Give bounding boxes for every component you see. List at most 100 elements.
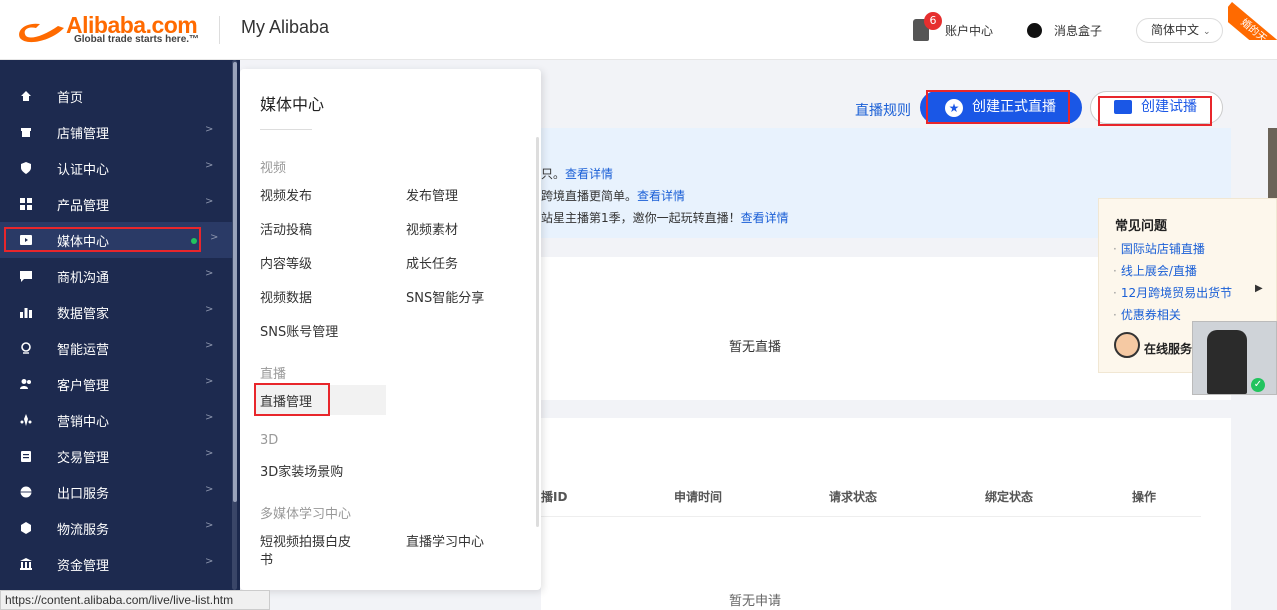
flyout-link-growth-tasks[interactable]: 成长任务 — [406, 253, 458, 272]
truck-icon — [20, 522, 32, 534]
tshirt-image — [1207, 330, 1247, 394]
flyout-link-activity-submit[interactable]: 活动投稿 — [260, 219, 312, 238]
create-formal-live-button[interactable]: ★ 创建正式直播 — [920, 91, 1082, 124]
request-table-card — [541, 418, 1231, 610]
sidebar-item[interactable]: 媒体中心 > — [0, 222, 232, 258]
flyout-link-video-whitepaper-cont[interactable]: 书 — [260, 549, 273, 568]
sidebar-item[interactable]: 智能运营 > — [0, 330, 232, 366]
globe-icon — [20, 486, 32, 498]
product-title[interactable]: My Alibaba — [241, 17, 329, 38]
sidebar-item-label: 店铺管理 — [57, 127, 110, 142]
notice-line-1-link[interactable]: 查看详情 — [565, 167, 613, 181]
sidebar-item[interactable]: 客户管理 > — [0, 366, 232, 402]
sidebar-item[interactable]: 物流服务 > — [0, 510, 232, 546]
faq-item[interactable]: 线上展会/直播 — [1113, 262, 1197, 279]
chevron-right-icon: > — [205, 376, 214, 387]
language-selector[interactable]: 简体中文 ⌄ — [1136, 18, 1223, 43]
flyout-link-sns-account[interactable]: SNS账号管理 — [260, 321, 338, 340]
video-camera-icon — [1114, 100, 1132, 114]
bar-chart-icon — [20, 306, 32, 318]
live-preview-thumbnail[interactable]: ✓ — [1192, 321, 1277, 395]
table-header-bind-status: 绑定状态 — [985, 490, 1034, 504]
sidebar-item[interactable]: 数据管家 > — [0, 294, 232, 330]
sidebar-item-label: 首页 — [57, 91, 84, 106]
sidebar-item-label: 出口服务 — [57, 487, 110, 502]
sidebar-scrollbar-thumb[interactable] — [233, 62, 237, 502]
flyout-title: 媒体中心 — [260, 95, 325, 114]
flyout-link-3d-home[interactable]: 3D家装场景购 — [260, 461, 343, 480]
star-icon: ★ — [945, 99, 963, 117]
users-icon — [20, 378, 32, 390]
flyout-link-live-learning[interactable]: 直播学习中心 — [406, 531, 484, 550]
notice-line-2-link[interactable]: 查看详情 — [637, 189, 685, 203]
clipboard-icon — [20, 450, 32, 462]
flyout-link-video-publish[interactable]: 视频发布 — [260, 185, 312, 204]
sidebar-item-label: 资金管理 — [57, 559, 110, 574]
chevron-right-icon: > — [205, 196, 214, 207]
flyout-link-live-manage[interactable]: 直播管理 — [260, 391, 312, 410]
table-header-apply-time: 申请时间 — [674, 490, 723, 504]
flyout-title-underline — [260, 129, 312, 130]
faq-item[interactable]: 12月跨境贸易出货节 — [1113, 284, 1232, 301]
shield-icon — [20, 162, 32, 174]
sidebar-item-label: 交易管理 — [57, 451, 110, 466]
empty-live-text: 暂无直播 — [729, 340, 782, 355]
sidebar-item[interactable]: 交易管理 > — [0, 438, 232, 474]
flyout-link-video-data[interactable]: 视频数据 — [260, 287, 312, 306]
chat-icon — [20, 270, 32, 282]
sidebar-item-label: 营销中心 — [57, 415, 110, 430]
faq-expand-arrow-icon[interactable]: ▶ — [1255, 283, 1263, 294]
sidebar-item-label: 客户管理 — [57, 379, 110, 394]
account-badge: 6 — [924, 12, 942, 30]
media-icon — [20, 234, 32, 246]
browser-status-bar: https://content.alibaba.com/live/live-li… — [0, 590, 270, 610]
sidebar-item[interactable]: 认证中心 > — [0, 150, 232, 186]
sidebar-item-label: 数据管家 — [57, 307, 110, 322]
sidebar-item[interactable]: 资金管理 > — [0, 546, 232, 582]
chevron-right-icon: > — [205, 412, 214, 423]
alibaba-logo-mark-icon — [19, 23, 64, 43]
marketing-icon — [20, 414, 32, 426]
create-trial-live-label: 创建试播 — [1141, 99, 1197, 115]
home-icon — [20, 90, 32, 102]
faq-item[interactable]: 优惠券相关 — [1113, 306, 1181, 323]
notice-line-2: 跨境直播更简单。查看详情 — [541, 189, 686, 203]
notice-line-3-link[interactable]: 查看详情 — [741, 211, 789, 225]
sidebar-item[interactable]: 首页 — [0, 78, 232, 114]
flyout-scrollbar[interactable] — [536, 137, 539, 527]
bank-icon — [20, 558, 32, 570]
chevron-right-icon: > — [210, 232, 219, 243]
flyout-link-content-level[interactable]: 内容等级 — [260, 253, 312, 272]
sidebar-item[interactable]: 店铺管理 > — [0, 114, 232, 150]
chevron-right-icon: > — [205, 448, 214, 459]
flyout-link-publish-manage[interactable]: 发布管理 — [406, 185, 458, 204]
notice-line-3: 站星主播第1季，邀你一起玩转直播！查看详情 — [541, 211, 789, 225]
flyout-section-learning: 多媒体学习中心 — [260, 507, 352, 522]
table-header-divider — [541, 516, 1201, 517]
sidebar-item-label: 商机沟通 — [57, 271, 110, 286]
sidebar-item[interactable]: 商机沟通 > — [0, 258, 232, 294]
account-center-label[interactable]: 账户中心 — [945, 22, 993, 39]
store-icon — [20, 126, 32, 138]
bell-icon[interactable] — [1027, 23, 1042, 38]
faq-item[interactable]: 国际站店铺直播 — [1113, 240, 1205, 257]
chevron-right-icon: > — [205, 520, 214, 531]
flyout-link-sns-share[interactable]: SNS智能分享 — [406, 287, 484, 306]
live-rules-link[interactable]: 直播规则 — [855, 100, 911, 120]
check-icon: ✓ — [1251, 378, 1265, 392]
sidebar-item[interactable]: 出口服务 > — [0, 474, 232, 510]
chevron-right-icon: > — [205, 268, 214, 279]
flyout-link-video-assets[interactable]: 视频素材 — [406, 219, 458, 238]
flyout-link-video-whitepaper[interactable]: 短视频拍摄白皮 — [260, 531, 351, 550]
sidebar-item[interactable]: 产品管理 > — [0, 186, 232, 222]
sidebar-item[interactable]: 营销中心 > — [0, 402, 232, 438]
chevron-right-icon: > — [205, 484, 214, 495]
chevron-down-icon: ⌄ — [1203, 27, 1211, 37]
create-trial-live-button[interactable]: 创建试播 — [1090, 91, 1223, 124]
chevron-right-icon: > — [205, 124, 214, 135]
message-box-label[interactable]: 消息盒子 — [1054, 22, 1102, 39]
alibaba-logo[interactable]: Alibaba.com Global trade starts here.™ — [14, 12, 210, 48]
promo-ribbon[interactable]: 婚的天 — [1228, 0, 1277, 40]
language-value: 简体中文 — [1151, 23, 1200, 37]
flyout-section-video: 视频 — [260, 161, 287, 176]
